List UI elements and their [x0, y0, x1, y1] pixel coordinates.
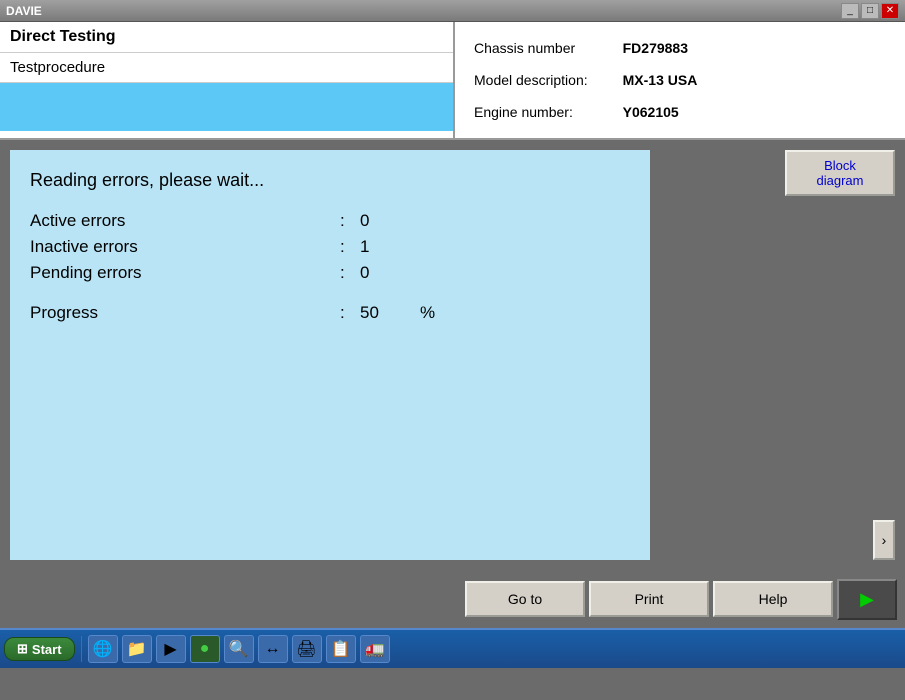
close-button[interactable]: ✕ — [881, 3, 899, 19]
maximize-button[interactable]: □ — [861, 3, 879, 19]
title-bar: DAVIE _ □ ✕ — [0, 0, 905, 22]
taskbar-search-icon[interactable]: 🔍 — [224, 635, 254, 663]
progress-label: Progress — [30, 303, 340, 323]
goto-button[interactable]: Go to — [465, 581, 585, 617]
title-bar-controls: _ □ ✕ — [841, 3, 899, 19]
taskbar-ie-icon[interactable]: 🌐 — [88, 635, 118, 663]
start-icon: ⊞ — [17, 641, 28, 657]
next-button[interactable]: ▶ — [837, 579, 897, 620]
scroll-right-button[interactable]: › — [873, 520, 895, 560]
title-bar-text: DAVIE — [6, 4, 42, 18]
header-area: Direct Testing Testprocedure Chassis num… — [0, 22, 905, 140]
direct-testing-label: Direct Testing — [0, 22, 453, 53]
reading-status-text: Reading errors, please wait... — [30, 170, 630, 191]
error-table: Active errors : 0 Inactive errors : 1 Pe… — [30, 211, 630, 323]
bottom-toolbar: Go to Print Help ▶ — [0, 570, 905, 628]
engine-label: Engine number: — [470, 96, 603, 128]
model-value: MX-13 USA — [603, 64, 702, 96]
progress-unit: % — [420, 303, 435, 323]
taskbar-network-icon[interactable]: ↔ — [258, 635, 288, 663]
block-diagram-button[interactable]: Block diagram — [785, 150, 895, 196]
right-panel: Block diagram › — [660, 150, 895, 560]
taskbar: ⊞ Start 🌐 📁 ▶ ● 🔍 ↔ 🖨 📋 🚛 — [0, 628, 905, 668]
minimize-button[interactable]: _ — [841, 3, 859, 19]
taskbar-chrome-icon[interactable]: ● — [190, 635, 220, 663]
start-button[interactable]: ⊞ Start — [4, 637, 75, 661]
print-button[interactable]: Print — [589, 581, 709, 617]
chassis-label: Chassis number — [470, 32, 603, 64]
taskbar-separator — [81, 636, 82, 662]
help-button[interactable]: Help — [713, 581, 833, 617]
taskbar-media-icon[interactable]: ▶ — [156, 635, 186, 663]
inactive-errors-label: Inactive errors — [30, 237, 340, 257]
pending-errors-label: Pending errors — [30, 263, 340, 283]
inactive-errors-colon: : — [340, 237, 360, 257]
progress-value: 50 — [360, 303, 420, 323]
taskbar-truck-icon[interactable]: 🚛 — [360, 635, 390, 663]
pending-errors-value: 0 — [360, 263, 369, 283]
active-errors-colon: : — [340, 211, 360, 231]
main-area: Reading errors, please wait... Active er… — [0, 140, 905, 570]
model-label: Model description: — [470, 64, 603, 96]
taskbar-davie-icon[interactable]: 📋 — [326, 635, 356, 663]
header-right: Chassis number FD279883 Model descriptio… — [455, 22, 905, 138]
header-left: Direct Testing Testprocedure — [0, 22, 455, 138]
inactive-errors-row: Inactive errors : 1 — [30, 237, 630, 257]
chassis-value: FD279883 — [603, 32, 702, 64]
active-errors-row: Active errors : 0 — [30, 211, 630, 231]
progress-colon: : — [340, 303, 360, 323]
start-label: Start — [32, 642, 62, 657]
progress-row: Progress : 50 % — [30, 303, 630, 323]
testprocedure-label: Testprocedure — [0, 53, 453, 83]
pending-errors-colon: : — [340, 263, 360, 283]
engine-value: Y062105 — [603, 96, 702, 128]
taskbar-explorer-icon[interactable]: 📁 — [122, 635, 152, 663]
header-blue-area — [0, 83, 453, 131]
reading-panel: Reading errors, please wait... Active er… — [10, 150, 650, 560]
active-errors-label: Active errors — [30, 211, 340, 231]
inactive-errors-value: 1 — [360, 237, 369, 257]
active-errors-value: 0 — [360, 211, 369, 231]
taskbar-print-icon[interactable]: 🖨 — [292, 635, 322, 663]
pending-errors-row: Pending errors : 0 — [30, 263, 630, 283]
